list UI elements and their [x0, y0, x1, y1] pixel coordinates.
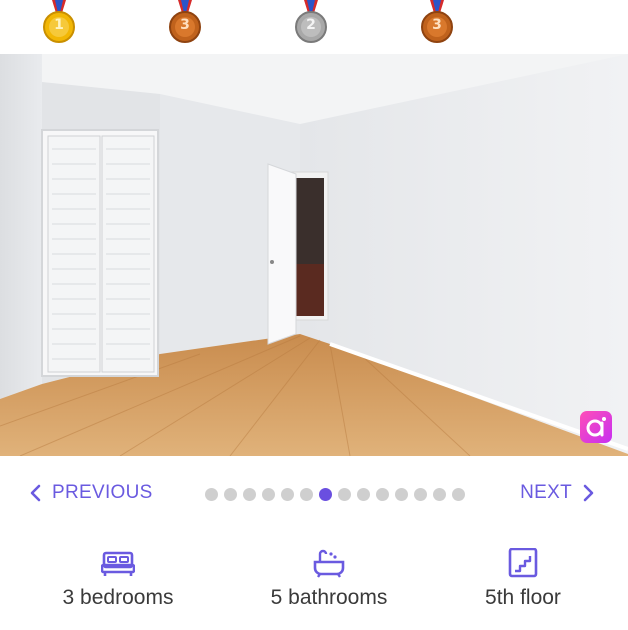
pagination-dot[interactable] — [338, 488, 351, 501]
feature-floor: 5th floor — [453, 548, 593, 610]
medal-rank: 2 — [306, 17, 316, 33]
pagination-dot[interactable] — [300, 488, 313, 501]
pagination-dot[interactable] — [205, 488, 218, 501]
pagination-dot[interactable] — [357, 488, 370, 501]
bronze-medal-icon: 3 — [420, 0, 454, 46]
gold-medal-icon: 1 — [42, 0, 76, 46]
photo-pager: PREVIOUS NEXT — [0, 474, 628, 514]
medal-rank: 1 — [54, 17, 64, 33]
pagination-dot[interactable] — [224, 488, 237, 501]
next-label: NEXT — [520, 482, 572, 503]
medal-rank: 3 — [180, 17, 190, 33]
pagination-dot[interactable] — [395, 488, 408, 501]
pagination-dots — [205, 488, 465, 501]
room-photo-image — [0, 54, 628, 456]
pagination-dot[interactable] — [281, 488, 294, 501]
pagination-dot[interactable] — [376, 488, 389, 501]
next-button[interactable]: NEXT — [520, 482, 596, 504]
feature-bathrooms: 5 bathrooms — [259, 548, 399, 610]
pagination-dot[interactable] — [262, 488, 275, 501]
chevron-left-icon — [30, 484, 41, 502]
previous-label: PREVIOUS — [52, 482, 153, 503]
medal-rank: 3 — [432, 17, 442, 33]
pagination-dot[interactable] — [452, 488, 465, 501]
bronze-medal-icon: 3 — [168, 0, 202, 46]
listing-photo[interactable] — [0, 54, 628, 456]
pagination-dot[interactable] — [243, 488, 256, 501]
silver-medal-icon: 2 — [294, 0, 328, 46]
bathtub-icon — [313, 549, 345, 578]
bathrooms-label: 5 bathrooms — [270, 586, 388, 609]
bedrooms-label: 3 bedrooms — [62, 586, 174, 609]
bed-icon — [101, 551, 135, 576]
stairs-icon — [508, 548, 538, 578]
pagination-dot[interactable] — [433, 488, 446, 501]
pagination-dot-active[interactable] — [319, 488, 332, 501]
floor-label: 5th floor — [485, 586, 561, 609]
pagination-dot[interactable] — [414, 488, 427, 501]
brand-a-badge-icon[interactable] — [580, 411, 612, 443]
chevron-right-icon — [583, 484, 594, 502]
listing-features: 3 bedrooms 5 bathrooms 5th floor — [0, 548, 628, 628]
previous-button[interactable]: PREVIOUS — [28, 482, 153, 504]
feature-bedrooms: 3 bedrooms — [48, 548, 188, 610]
medal-row: 1 3 2 3 — [0, 0, 628, 54]
